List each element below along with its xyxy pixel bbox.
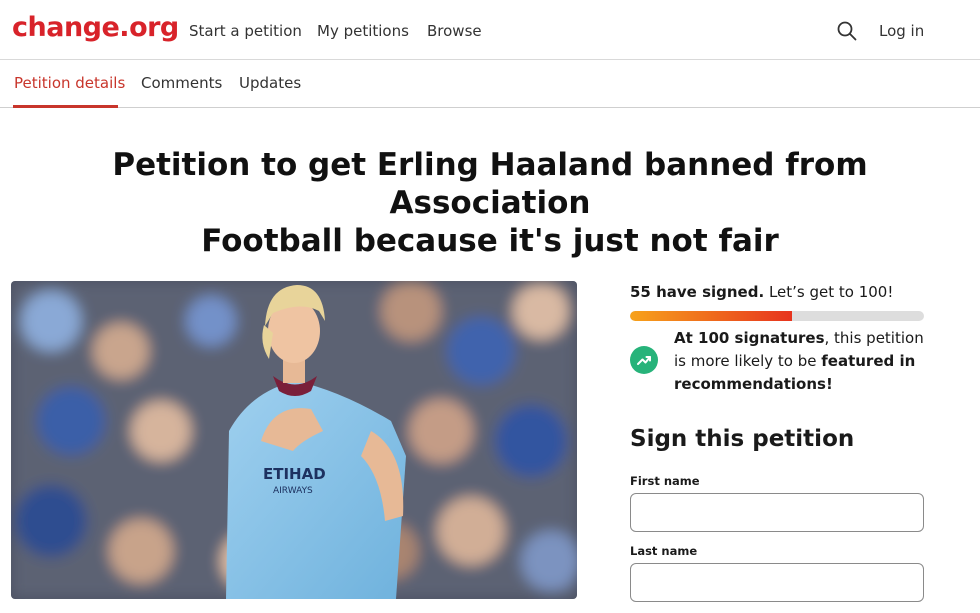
petition-title: Petition to get Erling Haaland banned fr… [30, 146, 950, 260]
petition-photo: ETIHAD AIRWAYS [11, 281, 577, 599]
active-tab-indicator [13, 105, 118, 108]
tab-petition-details[interactable]: Petition details [14, 74, 125, 92]
last-name-input[interactable] [630, 563, 924, 602]
nav-my-petitions[interactable]: My petitions [317, 22, 409, 40]
last-name-label: Last name [630, 544, 698, 558]
recommendation-note: At 100 signatures, this petition is more… [674, 327, 936, 396]
svg-text:ETIHAD: ETIHAD [263, 465, 326, 483]
signature-count-bold: 55 have signed. [630, 283, 765, 301]
petition-title-line-2: Football because it's just not fair [201, 223, 779, 259]
signature-count: 55 have signed. Let’s get to 100! [630, 283, 893, 301]
signature-progress-bar [630, 311, 924, 321]
promo-bold-1: At 100 signatures [674, 329, 825, 347]
signature-goal-text: Let’s get to 100! [764, 283, 894, 301]
signature-progress-fill [630, 311, 792, 321]
nav-start-petition[interactable]: Start a petition [189, 22, 302, 40]
first-name-label: First name [630, 474, 700, 488]
search-icon[interactable] [836, 20, 858, 42]
login-link[interactable]: Log in [879, 22, 924, 40]
sign-petition-heading: Sign this petition [630, 426, 855, 452]
petition-tabs: Petition details Comments Updates [0, 60, 980, 108]
tab-updates[interactable]: Updates [239, 74, 301, 92]
petition-title-line-1: Petition to get Erling Haaland banned fr… [112, 147, 868, 221]
trending-up-icon [630, 346, 658, 374]
nav-browse[interactable]: Browse [427, 22, 482, 40]
svg-text:AIRWAYS: AIRWAYS [273, 486, 313, 496]
change-org-logo[interactable]: change.org [12, 12, 179, 43]
first-name-input[interactable] [630, 493, 924, 532]
tab-comments[interactable]: Comments [141, 74, 222, 92]
top-navbar: change.org Start a petition My petitions… [0, 0, 980, 60]
